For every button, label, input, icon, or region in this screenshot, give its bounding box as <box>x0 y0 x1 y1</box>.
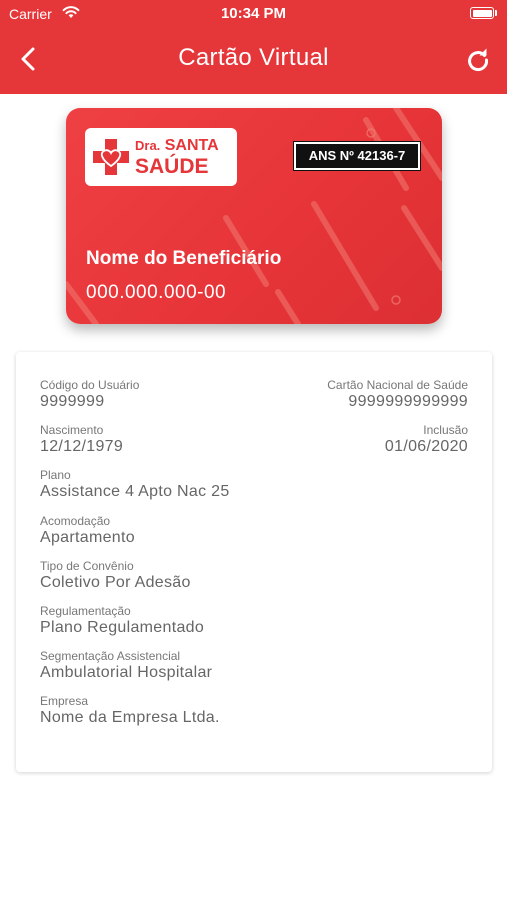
app-header: Carrier 10:34 PM Cartão Virtual <box>0 0 507 94</box>
nascimento-value: 12/12/1979 <box>40 438 124 455</box>
segmentacao-value: Ambulatorial Hospitalar <box>40 664 213 681</box>
nav-bar: Cartão Virtual <box>0 28 507 94</box>
virtual-card: Dra. SANTA SAÚDE ANS Nº 42136-7 Nome do … <box>66 108 442 324</box>
battery-tip <box>495 10 497 16</box>
page-title: Cartão Virtual <box>178 44 329 71</box>
regulamentacao-label: Regulamentação <box>40 604 131 618</box>
tipo-convenio-label: Tipo de Convênio <box>40 559 134 573</box>
regulamentacao-value: Plano Regulamentado <box>40 619 205 636</box>
refresh-icon[interactable] <box>464 46 492 74</box>
holder-name: Nome do Beneficiário <box>86 248 282 269</box>
empresa-value: Nome da Empresa Ltda. <box>40 709 220 726</box>
status-bar: Carrier 10:34 PM <box>0 0 507 28</box>
cartao-nacional-value: 9999999999999 <box>348 393 468 410</box>
document-number: 000.000.000-00 <box>86 282 227 303</box>
details-panel: Código do Usuário 9999999 Cartão Naciona… <box>16 352 492 772</box>
plano-label: Plano <box>40 468 71 482</box>
nascimento-label: Nascimento <box>40 423 104 437</box>
tipo-convenio-value: Coletivo Por Adesão <box>40 574 191 591</box>
status-time: 10:34 PM <box>220 5 287 22</box>
battery-icon <box>470 7 494 19</box>
acomodacao-value: Apartamento <box>40 529 135 546</box>
logo-line1: SANTA <box>164 137 219 154</box>
logo-prefix: Dra. <box>135 138 161 153</box>
plano-value: Assistance 4 Apto Nac 25 <box>40 483 230 500</box>
acomodacao-label: Acomodação <box>40 514 111 528</box>
inclusao-label: Inclusão <box>423 423 468 437</box>
codigo-usuario-value: 9999999 <box>40 393 105 410</box>
codigo-usuario-label: Código do Usuário <box>40 378 140 392</box>
empresa-label: Empresa <box>40 694 89 708</box>
ans-badge: ANS Nº 42136-7 <box>294 142 420 170</box>
cartao-nacional-label: Cartão Nacional de Saúde <box>327 378 468 392</box>
brand-logo: Dra. SANTA SAÚDE <box>85 128 237 186</box>
inclusao-value: 01/06/2020 <box>384 438 468 455</box>
logo-line2: SAÚDE <box>135 155 209 178</box>
cross-heart-logo-icon <box>93 139 129 175</box>
segmentacao-label: Segmentação Assistencial <box>40 649 181 663</box>
